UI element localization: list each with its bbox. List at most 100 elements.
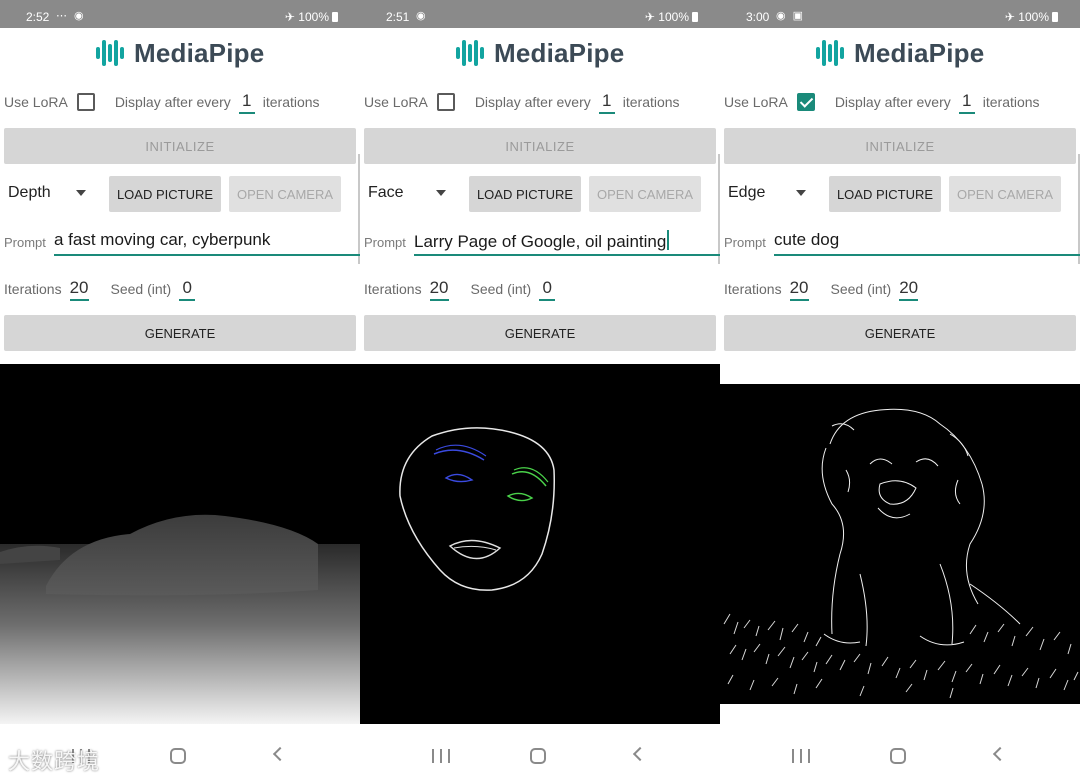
iterations-input[interactable]: 20 [789, 278, 809, 301]
open-camera-button[interactable]: OPEN CAMERA [229, 176, 341, 212]
use-lora-label: Use LoRA [364, 94, 428, 110]
mediapipe-logo: MediaPipe [816, 36, 984, 70]
mode-value: Face [368, 184, 404, 201]
status-bar: 2:51 ◉ ✈ 100% [360, 0, 720, 28]
iterations-input[interactable]: 20 [69, 278, 89, 301]
prompt-input[interactable]: cute dog [774, 230, 1080, 256]
mode-dropdown[interactable]: Face [368, 184, 452, 206]
iterations-label: Iterations [4, 281, 62, 297]
display-every-input[interactable]: 1 [238, 91, 255, 114]
initialize-button[interactable]: INITIALIZE [4, 128, 356, 164]
back-icon[interactable] [272, 746, 288, 762]
generate-button[interactable]: GENERATE [724, 315, 1076, 351]
status-time: 2:52 [26, 10, 50, 24]
phone-screen-face: 2:51 ◉ ✈ 100% MediaPipe Use LoRA Display… [360, 0, 720, 780]
back-icon[interactable] [992, 746, 1008, 762]
dropdown-arrow-icon [76, 190, 86, 196]
mediapipe-logo: MediaPipe [456, 36, 624, 70]
prompt-label: Prompt [724, 235, 766, 250]
mediapipe-logo: MediaPipe [96, 36, 264, 70]
iterations-suffix: iterations [622, 94, 680, 110]
mediapipe-logo-icon [816, 40, 844, 66]
battery-text: 100% [1018, 10, 1049, 24]
recent-apps-icon[interactable] [792, 749, 810, 763]
status-right: ✈ 100% [645, 10, 698, 24]
iterations-row: Iterations 20 Seed (int) 20 [724, 276, 930, 302]
android-nav-bar [360, 724, 720, 780]
use-lora-checkbox[interactable] [436, 93, 455, 111]
iterations-row: Iterations 20 Seed (int) 0 [4, 276, 207, 302]
recent-apps-icon[interactable] [432, 749, 450, 763]
prompt-text: cute dog [774, 230, 840, 249]
iterations-label: Iterations [364, 281, 422, 297]
preview-face-landmarks [360, 364, 720, 724]
use-lora-label: Use LoRA [724, 94, 788, 110]
initialize-button[interactable]: INITIALIZE [364, 128, 716, 164]
initialize-button[interactable]: INITIALIZE [724, 128, 1076, 164]
seed-input[interactable]: 0 [179, 278, 196, 301]
generate-button[interactable]: GENERATE [4, 315, 356, 351]
brand-name: MediaPipe [854, 37, 985, 68]
open-camera-button[interactable]: OPEN CAMERA [589, 176, 701, 212]
seed-label: Seed (int) [830, 281, 892, 297]
status-time: 2:51 [386, 10, 410, 24]
brand-name: MediaPipe [134, 37, 265, 68]
use-lora-checkbox[interactable] [796, 93, 815, 111]
dropdown-arrow-icon [436, 190, 446, 196]
seed-input[interactable]: 0 [539, 278, 556, 301]
status-bar: 3:00 ◉ ▣ ✈ 100% [720, 0, 1080, 28]
back-icon[interactable] [632, 746, 648, 762]
display-after-label: Display after every [114, 94, 231, 110]
display-after-label: Display after every [834, 94, 951, 110]
mediapipe-logo-icon [96, 40, 124, 66]
phone-screen-edge: 3:00 ◉ ▣ ✈ 100% MediaPipe Use LoRA Displ… [720, 0, 1080, 780]
iterations-suffix: iterations [982, 94, 1040, 110]
dropdown-arrow-icon [796, 190, 806, 196]
status-right: ✈ 100% [285, 10, 338, 24]
battery-text: 100% [298, 10, 329, 24]
status-bar: 2:52 ⋯ ◉ ✈ 100% [0, 0, 360, 28]
text-caret [667, 230, 670, 250]
load-picture-button[interactable]: LOAD PICTURE [109, 176, 221, 212]
seed-input[interactable]: 20 [899, 278, 919, 301]
iterations-row: Iterations 20 Seed (int) 0 [364, 276, 567, 302]
mode-dropdown[interactable]: Depth [8, 184, 92, 206]
android-nav-bar [720, 724, 1080, 780]
prompt-text: a fast moving car, cyberpunk [54, 230, 271, 249]
options-row: Use LoRA Display after every 1 iteration… [4, 90, 320, 114]
home-icon[interactable] [890, 748, 906, 764]
status-right: ✈ 100% [1005, 10, 1058, 24]
battery-icon [332, 12, 338, 22]
open-camera-button[interactable]: OPEN CAMERA [949, 176, 1061, 212]
watermark-text: 大数跨境 [8, 749, 101, 774]
display-every-input[interactable]: 1 [958, 91, 975, 114]
prompt-label: Prompt [364, 235, 406, 250]
load-picture-button[interactable]: LOAD PICTURE [829, 176, 941, 212]
use-lora-checkbox[interactable] [76, 93, 95, 111]
preview-edge-map [720, 384, 1080, 704]
load-picture-button[interactable]: LOAD PICTURE [469, 176, 581, 212]
battery-text: 100% [658, 10, 689, 24]
generate-button[interactable]: GENERATE [364, 315, 716, 351]
seed-label: Seed (int) [110, 281, 172, 297]
iterations-input[interactable]: 20 [429, 278, 449, 301]
home-icon[interactable] [170, 748, 186, 764]
iterations-label: Iterations [724, 281, 782, 297]
display-every-input[interactable]: 1 [598, 91, 615, 114]
display-after-label: Display after every [474, 94, 591, 110]
prompt-text: Larry Page of Google, oil painting [414, 232, 667, 251]
prompt-label: Prompt [4, 235, 46, 250]
battery-icon [1052, 12, 1058, 22]
edge-map-image [720, 384, 1080, 704]
home-icon[interactable] [530, 748, 546, 764]
options-row: Use LoRA Display after every 1 iteration… [364, 90, 680, 114]
preview-depth-map [0, 364, 360, 724]
status-icons: ◉ ▣ [776, 10, 806, 22]
use-lora-label: Use LoRA [4, 94, 68, 110]
prompt-input[interactable]: a fast moving car, cyberpunk [54, 230, 360, 256]
prompt-input[interactable]: Larry Page of Google, oil painting [414, 230, 720, 256]
face-landmarks-image [360, 364, 720, 724]
seed-label: Seed (int) [470, 281, 532, 297]
mode-value: Edge [728, 184, 766, 201]
mode-dropdown[interactable]: Edge [728, 184, 812, 206]
